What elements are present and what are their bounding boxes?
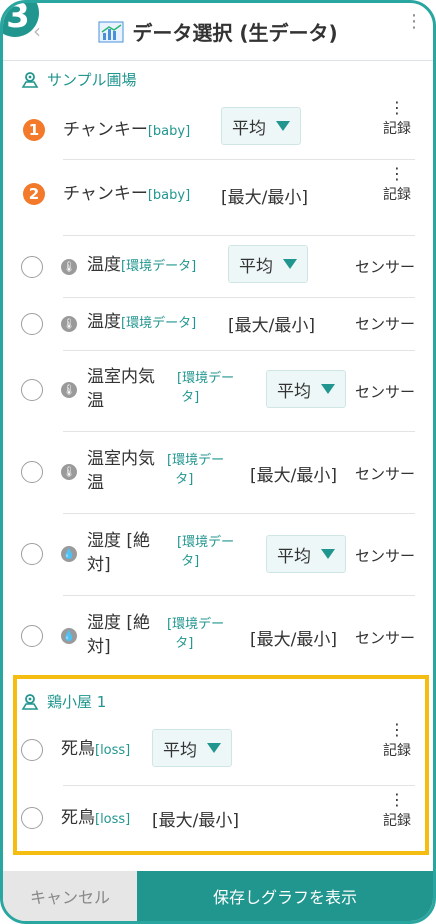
item-tag: [環境デー タ]	[167, 453, 225, 487]
selection-order-badge: 2	[23, 183, 45, 205]
cancel-button[interactable]: キャンセル	[3, 871, 137, 921]
item-tag: [環境デー タ]	[167, 617, 225, 651]
item-name: 温室内気温	[87, 449, 155, 493]
item-tag: [環境デー タ]	[177, 371, 235, 405]
record-menu[interactable]: ⋮ 記録	[379, 790, 415, 830]
radio-button[interactable]	[21, 807, 43, 829]
bar-chart-icon	[98, 21, 124, 42]
data-select-panel: 3 ‹ データ選択 (生データ) ⋮ サンプル圃場 1 チャンキー[baby] …	[0, 0, 436, 924]
aggregate-label: [最大/最小]	[250, 630, 337, 650]
list-item[interactable]: 🌡 温室内気温 [環境デー タ] 平均 センサー	[3, 353, 433, 431]
section-label: サンプル圃場	[47, 71, 137, 89]
back-chevron-icon[interactable]: ‹	[33, 19, 41, 43]
humidity-icon: 💧	[61, 546, 77, 562]
radio-button[interactable]	[21, 313, 43, 335]
item-name: 温度[環境データ]	[87, 255, 197, 275]
item-name: 湿度 [絶 対]	[87, 531, 151, 575]
item-name: 温度[環境データ]	[87, 312, 197, 332]
list-item[interactable]: 死鳥[loss] 平均 ⋮ 記録	[3, 720, 433, 781]
header-kebab-icon[interactable]: ⋮	[405, 13, 423, 31]
divider	[63, 513, 415, 514]
aggregate-select[interactable]: 平均	[152, 729, 232, 767]
record-menu[interactable]: ⋮ 記録	[379, 98, 415, 138]
radio-button[interactable]	[21, 461, 43, 483]
kebab-icon: ⋮	[389, 98, 405, 117]
aggregate-label: [最大/最小]	[250, 466, 337, 486]
location-pin-icon	[21, 71, 39, 88]
thermometer-icon: 🌡	[61, 464, 77, 480]
source-label: センサー	[354, 465, 415, 483]
thermometer-icon: 🌡	[61, 259, 77, 275]
radio-button[interactable]	[21, 739, 43, 761]
item-name: チャンキー[baby]	[63, 184, 191, 204]
radio-button[interactable]	[21, 625, 43, 647]
dropdown-arrow-icon	[207, 743, 221, 753]
humidity-icon: 💧	[61, 628, 77, 644]
aggregate-label: [最大/最小]	[152, 811, 239, 831]
source-label: センサー	[354, 629, 415, 647]
divider	[63, 595, 415, 596]
page-title: データ選択 (生データ)	[132, 21, 338, 45]
section-header-field: サンプル圃場	[21, 69, 137, 90]
item-name: 湿度 [絶 対]	[87, 613, 151, 657]
aggregate-select[interactable]: 平均	[266, 535, 346, 573]
item-name: 死鳥[loss]	[61, 739, 131, 759]
source-label: センサー	[354, 315, 415, 333]
list-item[interactable]: 死鳥[loss] [最大/最小] ⋮ 記録	[3, 789, 433, 845]
aggregate-label: [最大/最小]	[228, 316, 315, 336]
divider	[63, 159, 415, 160]
dropdown-arrow-icon	[283, 259, 297, 269]
item-name: 温室内気温	[87, 367, 155, 411]
dropdown-arrow-icon	[321, 384, 335, 394]
divider	[63, 431, 415, 432]
aggregate-select[interactable]: 平均	[266, 370, 346, 408]
kebab-icon: ⋮	[389, 720, 405, 739]
source-label: センサー	[354, 547, 415, 565]
radio-button[interactable]	[21, 379, 43, 401]
selection-order-badge: 1	[23, 119, 45, 141]
thermometer-icon: 🌡	[61, 316, 77, 332]
section-header-coop: 鶏小屋 1	[21, 691, 106, 712]
source-label: センサー	[354, 383, 415, 401]
radio-button[interactable]	[21, 543, 43, 565]
aggregate-label: [最大/最小]	[221, 188, 308, 208]
thermometer-icon: 🌡	[61, 382, 77, 398]
section-label: 鶏小屋 1	[47, 693, 107, 711]
list-item[interactable]: 2 チャンキー[baby] [最大/最小] ⋮ 記録	[3, 161, 433, 219]
footer: キャンセル 保存しグラフを表示	[3, 871, 433, 921]
location-pin-icon	[21, 693, 39, 710]
kebab-icon: ⋮	[389, 790, 405, 809]
header: 3 ‹ データ選択 (生データ) ⋮	[3, 3, 433, 61]
divider	[63, 235, 415, 236]
aggregate-select[interactable]: 平均	[221, 107, 301, 145]
list-item[interactable]: 🌡 温度[環境データ] 平均 センサー	[3, 239, 433, 295]
divider	[63, 785, 415, 786]
list-item[interactable]: 1 チャンキー[baby] 平均 ⋮ 記録	[3, 98, 433, 159]
aggregate-select[interactable]: 平均	[228, 245, 308, 283]
divider	[63, 297, 415, 298]
list-item[interactable]: 🌡 温度[環境データ] [最大/最小] センサー	[3, 299, 433, 349]
kebab-icon: ⋮	[389, 164, 405, 183]
divider	[63, 350, 415, 351]
record-menu[interactable]: ⋮ 記録	[379, 720, 415, 760]
item-tag: [環境デー タ]	[177, 535, 235, 569]
item-name: 死鳥[loss]	[61, 808, 131, 828]
dropdown-arrow-icon	[276, 121, 290, 131]
source-label: センサー	[354, 258, 415, 276]
list-item[interactable]: 💧 湿度 [絶 対] [環境デー タ] [最大/最小] センサー	[3, 597, 433, 673]
radio-button[interactable]	[21, 256, 43, 278]
dropdown-arrow-icon	[321, 549, 335, 559]
save-and-show-graph-button[interactable]: 保存しグラフを表示	[137, 871, 433, 921]
title-wrap: データ選択 (生データ)	[98, 17, 338, 46]
list-item[interactable]: 💧 湿度 [絶 対] [環境デー タ] 平均 センサー	[3, 515, 433, 595]
list-item[interactable]: 🌡 温室内気温 [環境デー タ] [最大/最小] センサー	[3, 433, 433, 513]
item-name: チャンキー[baby]	[63, 120, 191, 140]
record-menu[interactable]: ⋮ 記録	[379, 164, 415, 204]
